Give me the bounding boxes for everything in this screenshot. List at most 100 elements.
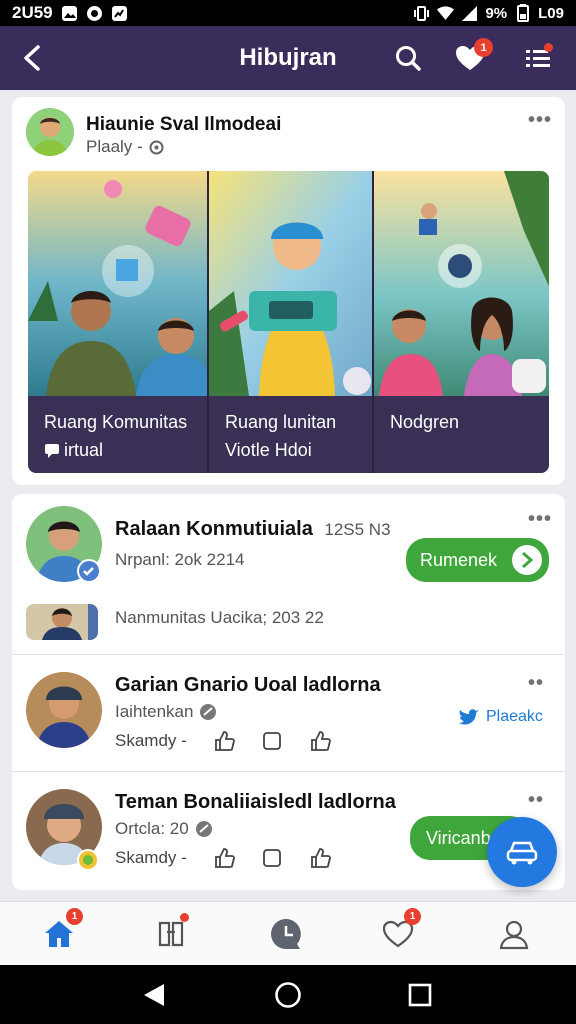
back-button[interactable] — [14, 40, 50, 76]
action-label: Skamdy - — [115, 848, 187, 867]
media-caption-line1: Ruang lunitan — [225, 412, 337, 432]
comment-icon[interactable] — [261, 730, 283, 752]
nav-profile[interactable] — [496, 916, 532, 952]
join-button-label: Rumenek — [420, 549, 498, 570]
home-badge: 1 — [66, 908, 83, 925]
photo-icon — [61, 5, 78, 22]
pages-icon — [158, 921, 184, 947]
more-options-button[interactable]: •• — [528, 672, 544, 695]
battery-percent: 9% — [485, 4, 508, 22]
share-thumb-icon[interactable] — [309, 847, 331, 869]
chat-icon — [45, 444, 59, 458]
community-title[interactable]: Ralaan Konmutiuiala 12S5 N3 — [115, 518, 391, 541]
system-navigation-bar — [0, 965, 576, 1024]
comment-icon[interactable] — [261, 847, 283, 869]
media-caption-line1: Ruang Komunitas — [44, 412, 188, 432]
pages-notification-dot — [180, 913, 189, 922]
battery-icon — [514, 4, 531, 22]
post-meta-text: Plaaly - — [86, 137, 143, 156]
media-tile[interactable]: Ruang lunitan Viotle Hdoi — [207, 171, 372, 473]
community-sub-text: Ortcla: 20 — [115, 819, 189, 838]
more-options-button[interactable]: ••• — [528, 508, 552, 531]
verified-icon — [77, 559, 101, 583]
nav-favorites[interactable]: 1 — [380, 908, 421, 952]
chevron-left-icon — [24, 45, 40, 71]
media-image — [209, 171, 372, 396]
compose-fab-button[interactable] — [487, 817, 557, 887]
post-author-name[interactable]: Hiaunie Sval Ilmodeai — [86, 114, 281, 136]
bottom-navigation: 1 1 — [0, 901, 576, 965]
sync-icon — [86, 5, 103, 22]
favorites-button[interactable]: 1 — [452, 38, 493, 76]
divider — [12, 654, 565, 655]
action-label: Skamdy - — [115, 731, 187, 750]
community-title[interactable]: Garian Gnario Uoal ladlorna — [115, 674, 381, 697]
globe-icon — [149, 140, 164, 154]
media-grid: Ruang Komunitas irtual Ruang lunitan Vio… — [28, 171, 549, 473]
media-caption: Nodgren — [374, 396, 549, 473]
search-icon — [396, 46, 421, 71]
link-icon — [195, 821, 212, 837]
share-thumb-icon[interactable] — [309, 730, 331, 752]
signal-icon — [461, 5, 478, 22]
battery-label: L09 — [538, 4, 564, 22]
media-tile[interactable]: Nodgren — [372, 171, 549, 473]
more-options-button[interactable]: •• — [528, 789, 544, 812]
system-home-button[interactable] — [272, 979, 304, 1011]
media-image — [374, 171, 549, 396]
share-link-button[interactable]: Plaeakc — [458, 708, 543, 726]
triangle-back-icon — [144, 984, 164, 1006]
arrow-toggle-icon — [512, 545, 542, 575]
media-caption: Ruang Komunitas irtual — [28, 396, 207, 473]
community-sub: Nanmunitas Uacika; 203 22 — [115, 608, 324, 627]
link-icon — [200, 704, 217, 720]
action-row: Skamdy - — [115, 847, 331, 869]
avatar[interactable] — [26, 672, 102, 748]
like-icon[interactable] — [213, 847, 235, 869]
action-row: Skamdy - — [115, 730, 331, 752]
favorites-badge: 1 — [474, 38, 493, 57]
search-button[interactable] — [390, 40, 426, 76]
badge-icon — [77, 849, 99, 871]
vibrate-icon — [413, 5, 430, 22]
community-sub: Iaihtenkan — [115, 702, 217, 722]
media-image — [28, 171, 207, 396]
media-caption-line2: irtual — [64, 440, 104, 460]
wifi-icon — [437, 5, 455, 22]
profile-icon — [499, 920, 529, 950]
app-header: Hibujran 1 — [0, 26, 576, 90]
nav-activity[interactable] — [268, 916, 304, 952]
divider — [12, 771, 565, 772]
notification-icon — [111, 5, 128, 22]
community-sub-text: Iaihtenkan — [115, 702, 194, 721]
square-recents-icon — [408, 983, 432, 1007]
system-recents-button[interactable] — [404, 979, 436, 1011]
more-options-button[interactable]: ••• — [528, 109, 552, 132]
media-tile[interactable]: Ruang Komunitas irtual — [28, 171, 207, 473]
car-chat-icon — [506, 841, 538, 865]
community-title[interactable]: Teman Bonaliiaisledl ladlorna — [115, 791, 396, 814]
join-button[interactable]: Rumenek — [406, 538, 549, 582]
nav-home[interactable]: 1 — [41, 908, 83, 952]
bird-icon — [459, 709, 479, 725]
avatar[interactable] — [26, 108, 74, 156]
community-sub: Nrpanl: 2ok 2214 — [115, 550, 245, 569]
menu-button[interactable] — [520, 40, 556, 76]
media-caption-line2: Viotle Hdoi — [225, 440, 312, 460]
like-icon[interactable] — [213, 730, 235, 752]
media-caption-line1: Nodgren — [390, 412, 460, 432]
community-sub: Ortcla: 20 — [115, 819, 213, 839]
avatar[interactable] — [26, 604, 98, 640]
community-list-card: Ralaan Konmutiuiala 12S5 N3 Nrpanl: 2ok … — [12, 494, 565, 890]
favorites-nav-badge: 1 — [404, 908, 421, 925]
nav-pages[interactable] — [153, 913, 189, 952]
post-meta: Plaaly - — [86, 137, 164, 157]
community-title-text: Ralaan Konmutiuiala — [115, 518, 313, 540]
clock-chat-icon — [271, 919, 301, 949]
join-button-label: Viricanb — [426, 827, 491, 848]
community-count: 12S5 N3 — [324, 520, 391, 539]
system-back-button[interactable] — [138, 979, 170, 1011]
media-caption: Ruang lunitan Viotle Hdoi — [209, 396, 372, 473]
featured-post-card: Hiaunie Sval Ilmodeai Plaaly - ••• Ruang… — [12, 97, 565, 485]
status-time: 2U59 — [12, 3, 53, 22]
